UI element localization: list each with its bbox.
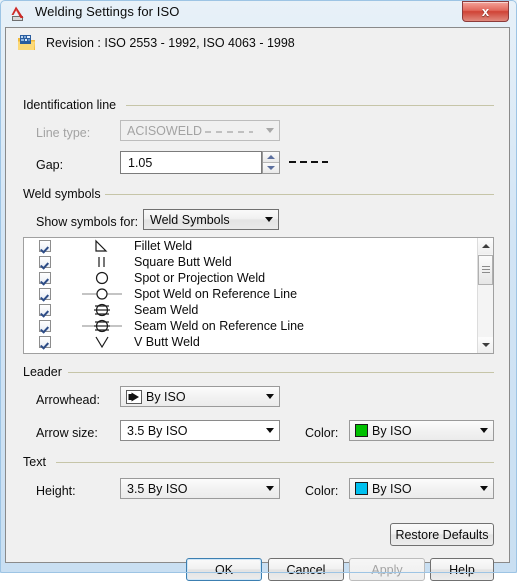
show-symbols-for-value: Weld Symbols xyxy=(150,212,230,227)
leader-color-value: By ISO xyxy=(372,423,412,438)
weld-symbol-row[interactable]: Spot Weld on Reference Line xyxy=(24,286,493,302)
text-height-combo[interactable]: 3.5 By ISO xyxy=(120,478,280,499)
weld-symbol-row[interactable]: V Butt Weld xyxy=(24,334,493,350)
weld-symbol-checkbox[interactable] xyxy=(39,304,51,316)
weld-symbol-label: Fillet Weld xyxy=(134,239,193,253)
text-color-label: Color: xyxy=(305,484,339,498)
show-symbols-for-combo[interactable]: Weld Symbols xyxy=(143,209,279,230)
gap-input[interactable]: 1.05 xyxy=(120,151,262,174)
seam-weld-icon xyxy=(79,302,125,318)
arrowhead-label: Arrowhead: xyxy=(36,393,100,407)
arrowhead-combo[interactable]: By ISO xyxy=(120,386,280,407)
group-rule-text xyxy=(56,462,494,463)
line-type-label: Line type: xyxy=(36,126,91,140)
chevron-down-icon xyxy=(261,486,279,491)
weld-symbols-scrollbar[interactable] xyxy=(477,238,493,353)
chevron-down-icon xyxy=(261,128,279,133)
linetype-dash-preview xyxy=(203,122,259,140)
leader-color-swatch xyxy=(355,424,368,437)
weld-symbol-checkbox[interactable] xyxy=(39,320,51,332)
help-button[interactable]: Help xyxy=(430,558,494,581)
spot-projection-weld-icon xyxy=(79,270,125,286)
chevron-down-icon xyxy=(475,428,493,433)
weld-symbol-checkbox[interactable] xyxy=(39,288,51,300)
show-symbols-for-label: Show symbols for: xyxy=(36,215,139,229)
spot-weld-reference-line-icon xyxy=(79,286,125,302)
arrow-size-combo[interactable]: 3.5 By ISO xyxy=(120,420,280,441)
chevron-down-icon xyxy=(475,486,493,491)
title-bar[interactable]: Welding Settings for ISO x xyxy=(0,0,517,27)
weld-symbol-label: Seam Weld on Reference Line xyxy=(134,319,305,333)
group-rule-weld-symbols xyxy=(98,194,494,195)
text-height-value: 3.5 By ISO xyxy=(127,481,188,496)
weld-symbol-checkbox[interactable] xyxy=(39,256,51,268)
close-button[interactable]: x xyxy=(462,1,509,22)
weld-symbol-label: Seam Weld xyxy=(134,303,199,317)
dialog-window: Welding Settings for ISO x Revision: IS… xyxy=(0,0,517,581)
leader-color-label: Color: xyxy=(305,426,339,440)
ok-button[interactable]: OK xyxy=(186,558,262,581)
revision-text: Revision : ISO 2553 - 1992, ISO 4063 - 1… xyxy=(46,36,295,50)
autocad-logo-icon xyxy=(11,5,28,22)
scroll-down-button[interactable] xyxy=(478,337,493,353)
weld-symbol-label: Spot Weld on Reference Line xyxy=(134,287,298,301)
weld-symbols-list[interactable]: Fillet Weld Square Butt Weld Spot or Proje… xyxy=(23,237,494,354)
fillet-weld-icon xyxy=(79,238,125,254)
line-type-combo[interactable]: ACISOWELD xyxy=(120,120,280,141)
weld-symbol-row[interactable]: Spot or Projection Weld xyxy=(24,270,493,286)
text-color-combo[interactable]: By ISO xyxy=(349,478,494,499)
gap-stepper-down[interactable] xyxy=(263,163,279,173)
chevron-down-icon xyxy=(261,428,279,433)
scrollbar-grip-icon xyxy=(482,266,490,274)
cancel-button[interactable]: Cancel xyxy=(268,558,344,581)
weld-symbol-row[interactable]: Seam Weld xyxy=(24,302,493,318)
scrollbar-thumb[interactable] xyxy=(478,255,493,285)
weld-symbol-checkbox[interactable] xyxy=(39,240,51,252)
apply-button: Apply xyxy=(349,558,425,581)
group-label-identification-line: Identification line xyxy=(20,98,121,112)
revision-folder-icon xyxy=(17,34,37,53)
dialog-client-area: Revision : ISO 2553 - 1992, ISO 4063 - 1… xyxy=(5,27,510,581)
filled-arrowhead-icon xyxy=(126,389,142,404)
weld-symbol-label: Spot or Projection Weld xyxy=(134,271,266,285)
weld-symbol-checkbox[interactable] xyxy=(39,336,51,348)
arrow-size-value: 3.5 By ISO xyxy=(127,423,188,438)
close-icon: x xyxy=(481,4,490,19)
leader-color-combo[interactable]: By ISO xyxy=(349,420,494,441)
group-rule-leader xyxy=(68,372,494,373)
seam-weld-reference-line-icon xyxy=(79,318,125,334)
v-butt-weld-icon xyxy=(79,334,125,350)
group-rule-identification-line xyxy=(126,105,494,106)
weld-symbol-row[interactable]: Fillet Weld xyxy=(24,238,493,254)
gap-value: 1.05 xyxy=(128,155,153,170)
text-height-label: Height: xyxy=(36,484,76,498)
chevron-down-icon xyxy=(261,394,279,399)
weld-symbol-label: V Butt Weld xyxy=(134,335,200,349)
text-color-value: By ISO xyxy=(372,481,412,496)
arrowhead-value: By ISO xyxy=(146,389,186,404)
square-butt-weld-icon xyxy=(79,254,125,270)
group-label-text: Text xyxy=(20,455,50,469)
text-color-swatch xyxy=(355,482,368,495)
gap-stepper[interactable] xyxy=(262,151,280,174)
group-label-leader: Leader xyxy=(20,365,66,379)
gap-label: Gap: xyxy=(36,158,64,172)
line-type-value: ACISOWELD xyxy=(127,123,203,138)
group-label-weld-symbols: Weld symbols xyxy=(20,187,105,201)
weld-symbols-rows: Fillet Weld Square Butt Weld Spot or Proje… xyxy=(24,238,493,350)
window-title: Welding Settings for ISO xyxy=(35,4,180,19)
gap-dashed-line-preview xyxy=(288,155,330,173)
weld-symbol-label: Square Butt Weld xyxy=(134,255,232,269)
chevron-down-icon xyxy=(260,217,278,222)
weld-symbol-row[interactable]: Seam Weld on Reference Line xyxy=(24,318,493,334)
scroll-up-button[interactable] xyxy=(478,238,493,254)
arrow-size-label: Arrow size: xyxy=(36,426,98,440)
restore-defaults-button[interactable]: Restore Defaults xyxy=(390,523,494,546)
revision-header: Revision : ISO 2553 - 1992, ISO 4063 - 1… xyxy=(6,28,509,60)
gap-stepper-up[interactable] xyxy=(263,152,279,163)
weld-symbol-row[interactable]: Square Butt Weld xyxy=(24,254,493,270)
weld-symbol-checkbox[interactable] xyxy=(39,272,51,284)
